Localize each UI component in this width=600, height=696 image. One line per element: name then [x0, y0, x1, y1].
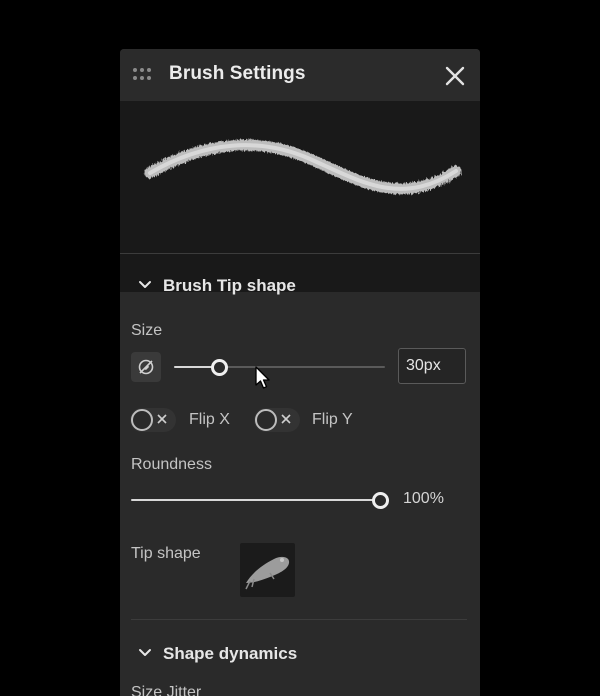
size-label: Size — [131, 322, 163, 339]
size-jitter-label: Size Jitter — [131, 684, 202, 696]
chevron-down-icon — [139, 649, 151, 656]
roundness-slider-track[interactable] — [131, 499, 381, 501]
brush-tip-thumbnail[interactable] — [240, 543, 295, 597]
x-icon — [281, 414, 291, 424]
flip-x-label: Flip X — [189, 411, 230, 428]
panel-titlebar[interactable]: Brush Settings — [120, 49, 480, 101]
pen-pressure-button[interactable] — [131, 352, 161, 382]
flip-x-toggle[interactable] — [130, 408, 176, 432]
brush-tip-icon — [245, 556, 290, 590]
brush-settings-panel: Brush Settings Brush Tip shape Size 30px… — [120, 49, 480, 696]
divider — [120, 253, 480, 254]
panel-title: Brush Settings — [169, 63, 306, 84]
divider — [131, 619, 467, 620]
section-title: Shape dynamics — [163, 644, 298, 663]
roundness-slider-thumb[interactable] — [372, 492, 389, 509]
stroke-preview — [120, 101, 480, 292]
size-value-input[interactable]: 30px — [398, 348, 466, 384]
pen-pressure-icon — [138, 359, 154, 375]
stroke-preview-icon — [144, 139, 462, 195]
close-icon[interactable] — [442, 63, 468, 89]
toggle-knob — [255, 409, 277, 431]
x-icon — [157, 414, 167, 424]
roundness-label: Roundness — [131, 456, 212, 473]
size-slider-thumb[interactable] — [211, 359, 228, 376]
tip-shape-label: Tip shape — [131, 545, 201, 562]
flip-y-label: Flip Y — [312, 411, 353, 428]
toggle-knob — [131, 409, 153, 431]
mouse-cursor-icon — [255, 366, 270, 389]
section-title: Brush Tip shape — [163, 276, 296, 295]
grip-dots-icon[interactable] — [133, 68, 155, 82]
roundness-value: 100% — [403, 490, 444, 507]
chevron-down-icon — [139, 281, 151, 288]
flip-y-toggle[interactable] — [254, 408, 300, 432]
